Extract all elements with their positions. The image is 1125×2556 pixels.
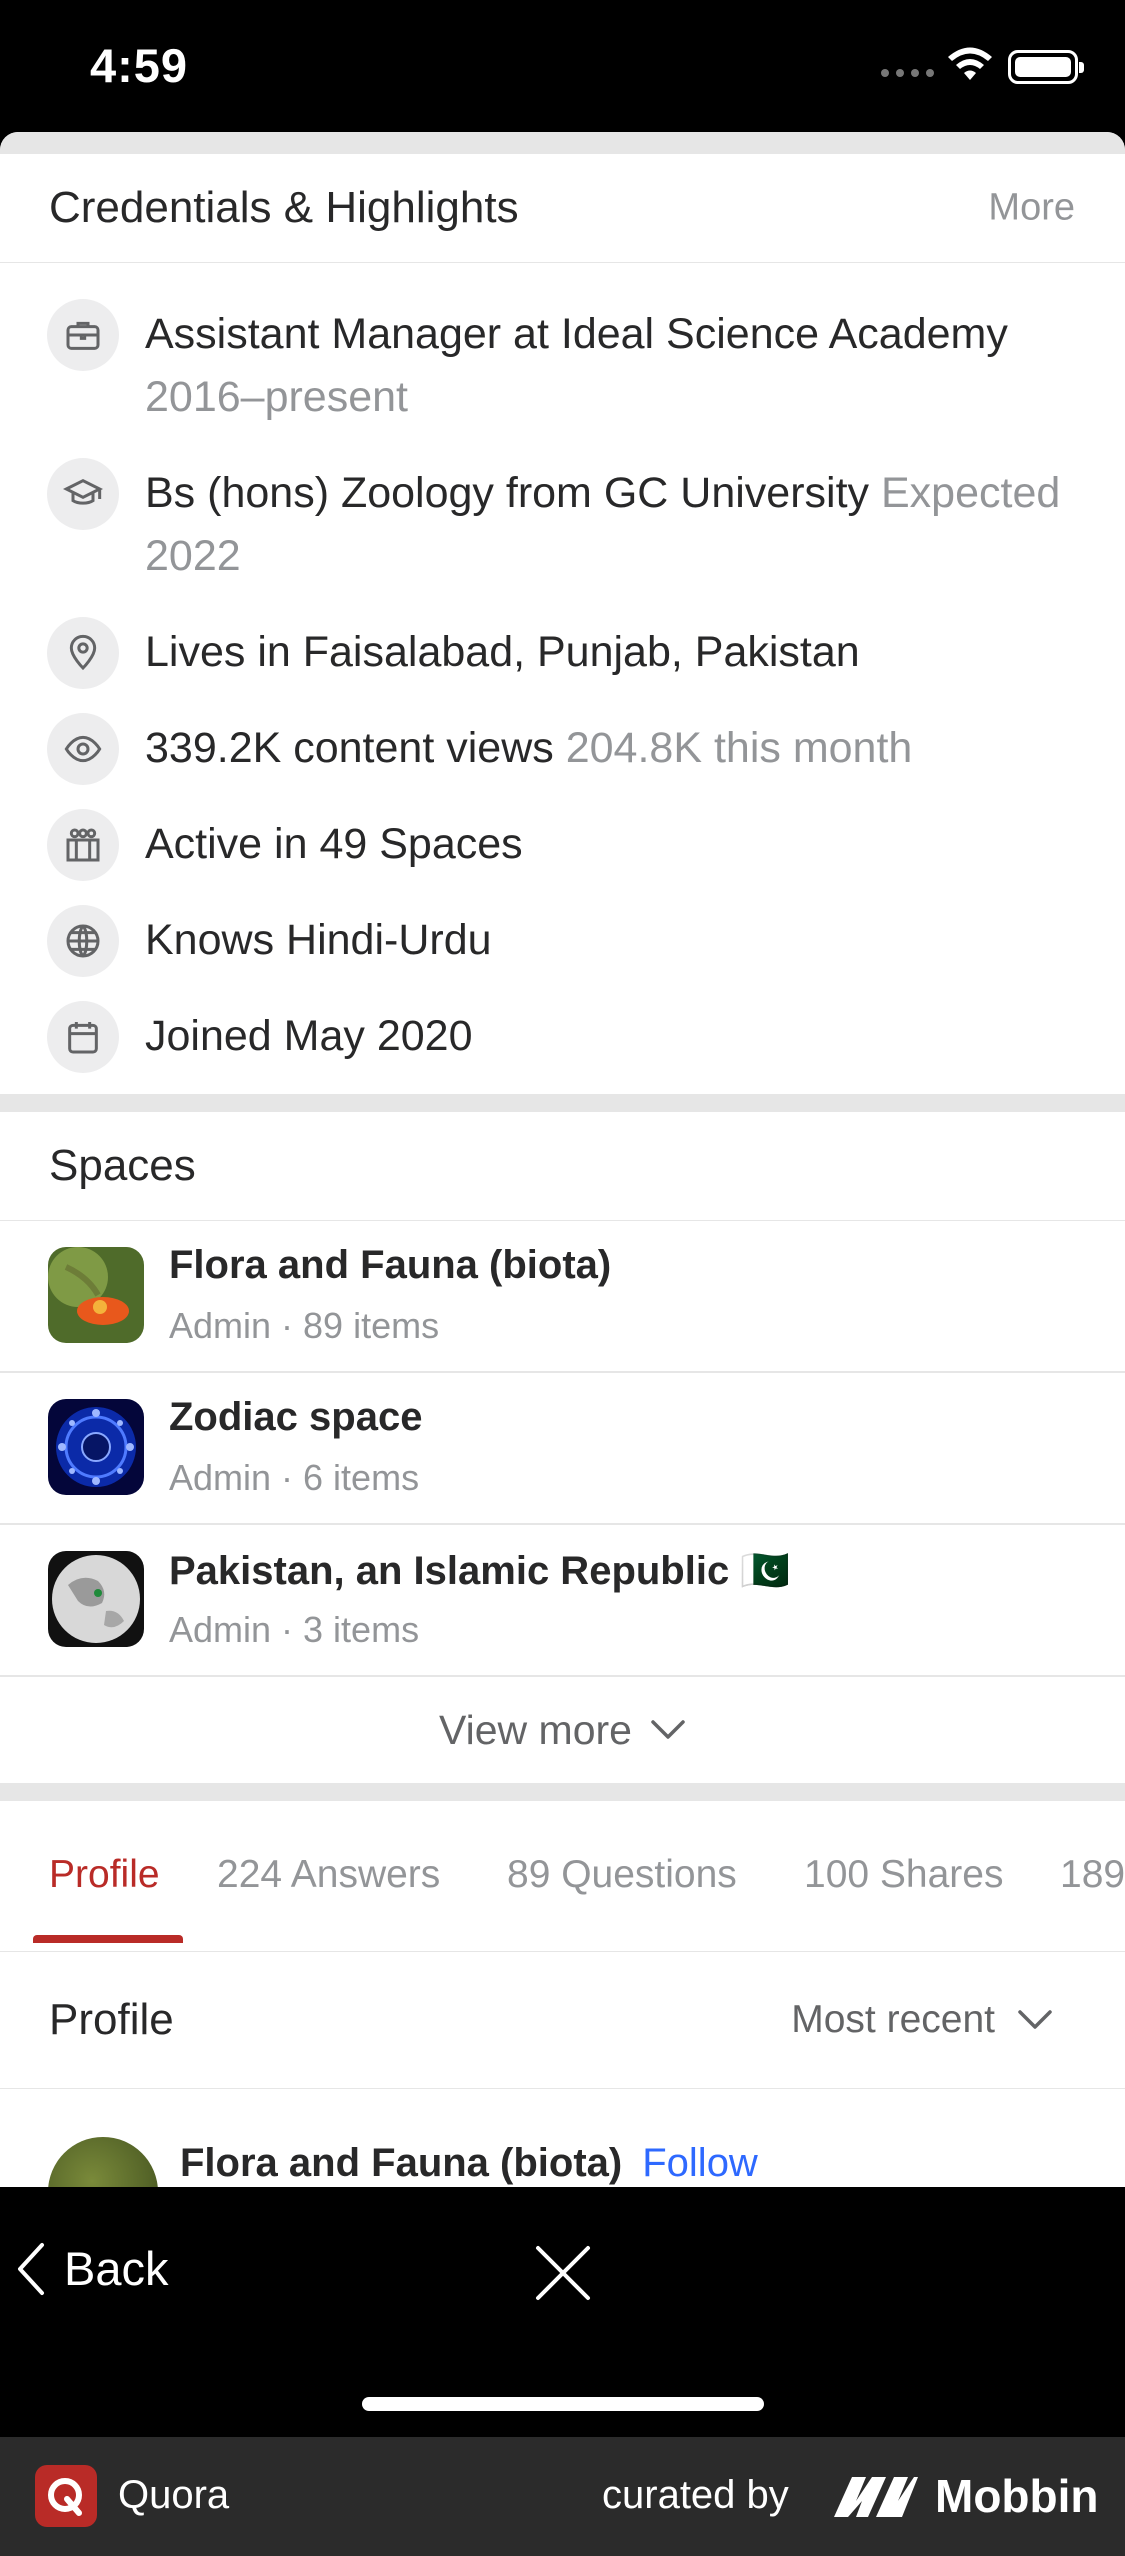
space-item[interactable]: Flora and Fauna (biota) Admin · 89 items: [0, 1221, 1125, 1373]
space-meta: Admin · 6 items: [169, 1457, 420, 1498]
chevron-left-icon: [18, 2242, 44, 2295]
space-avatar-zodiac: [48, 1399, 144, 1495]
active-tab-indicator: [33, 1935, 183, 1943]
feed-avatar: [48, 2137, 158, 2187]
briefcase-icon: [47, 299, 119, 371]
space-meta: Admin · 3 items: [169, 1609, 420, 1650]
mobbin-logo-icon: [834, 2477, 918, 2517]
back-button[interactable]: Back: [16, 2241, 169, 2296]
browser-nav: Back: [0, 2187, 1125, 2437]
globe-icon: [47, 905, 119, 977]
credentials-list: Assistant Manager at Ideal Science Acade…: [0, 263, 1125, 1094]
credentials-more-link[interactable]: More: [988, 187, 1075, 230]
tab-questions[interactable]: 89 Questions: [507, 1853, 737, 1897]
view-more-label: View more: [439, 1706, 632, 1753]
space-item[interactable]: Zodiac space Admin · 6 items: [0, 1373, 1125, 1525]
profile-section-title: Profile: [49, 1995, 174, 2044]
app-name: Quora: [118, 2473, 230, 2517]
eye-icon: [47, 713, 119, 785]
spaces-icon: [47, 809, 119, 881]
credentials-title: Credentials & Highlights: [49, 183, 519, 232]
location-pin-icon: [47, 617, 119, 689]
credential-views: 339.2K content views 204.8K this month: [0, 713, 1125, 785]
spaces-header: Spaces: [0, 1112, 1125, 1220]
space-avatar-pakistan: [48, 1551, 144, 1647]
credential-location: Lives in Faisalabad, Punjab, Pakistan: [0, 617, 1125, 689]
signal-dots-icon: [881, 69, 934, 77]
credential-spaces: Active in 49 Spaces: [0, 809, 1125, 881]
profile-tabs: Profile 224 Answers 89 Questions 100 Sha…: [0, 1801, 1125, 1951]
footer-bar: Quora curated by Mobbin: [0, 2437, 1125, 2556]
space-item[interactable]: Pakistan, an Islamic Republic 🇵🇰 Admin ·…: [0, 1525, 1125, 1677]
chevron-down-icon: [651, 1720, 685, 1739]
chevron-down-icon: [1018, 2010, 1052, 2029]
profile-sheet: Credentials & Highlights More Assistant …: [0, 132, 1125, 2187]
tab-shares[interactable]: 100 Shares: [804, 1853, 1003, 1897]
battery-icon: [1008, 50, 1084, 84]
feed-item-peek: Flora and Fauna (biota) Follow: [0, 2089, 1125, 2187]
credential-joined: Joined May 2020: [0, 1001, 1125, 1073]
calendar-icon: [47, 1001, 119, 1073]
credentials-header: Credentials & Highlights More: [0, 154, 1125, 262]
credential-education: Bs (hons) Zoology from GC University Exp…: [0, 458, 1125, 588]
tab-profile[interactable]: Profile: [49, 1853, 160, 1897]
spaces-title: Spaces: [49, 1141, 196, 1190]
wifi-icon: [948, 47, 992, 80]
close-icon[interactable]: [535, 2245, 591, 2301]
space-name[interactable]: Flora and Fauna (biota): [169, 1243, 611, 1288]
sort-dropdown[interactable]: Most recent: [791, 1998, 1053, 2042]
tab-answers[interactable]: 224 Answers: [217, 1853, 440, 1897]
tab-overflow[interactable]: 189: [1060, 1853, 1125, 1897]
space-name[interactable]: Pakistan, an Islamic Republic 🇵🇰: [169, 1547, 790, 1594]
mobbin-brand: Mobbin: [935, 2470, 1099, 2522]
credential-employment: Assistant Manager at Ideal Science Acade…: [0, 299, 1125, 429]
graduation-cap-icon: [47, 458, 119, 530]
feed-space-name: Flora and Fauna (biota) Follow: [180, 2141, 758, 2185]
sort-label: Most recent: [791, 1998, 995, 2041]
back-label: Back: [64, 2242, 169, 2295]
credential-language: Knows Hindi-Urdu: [0, 905, 1125, 977]
status-time: 4:59: [90, 39, 189, 92]
space-name[interactable]: Zodiac space: [169, 1395, 422, 1440]
space-avatar-flora: [48, 1247, 144, 1343]
quora-logo-icon: [35, 2465, 97, 2527]
space-meta: Admin · 89 items: [169, 1305, 440, 1346]
view-more-button[interactable]: View more: [0, 1677, 1125, 1783]
status-bar: 4:59: [0, 0, 1125, 132]
profile-section-header: Profile Most recent: [0, 1952, 1125, 2088]
home-indicator: [362, 2397, 764, 2411]
follow-link[interactable]: Follow: [642, 2141, 758, 2185]
curated-by-label: curated by: [602, 2473, 789, 2517]
